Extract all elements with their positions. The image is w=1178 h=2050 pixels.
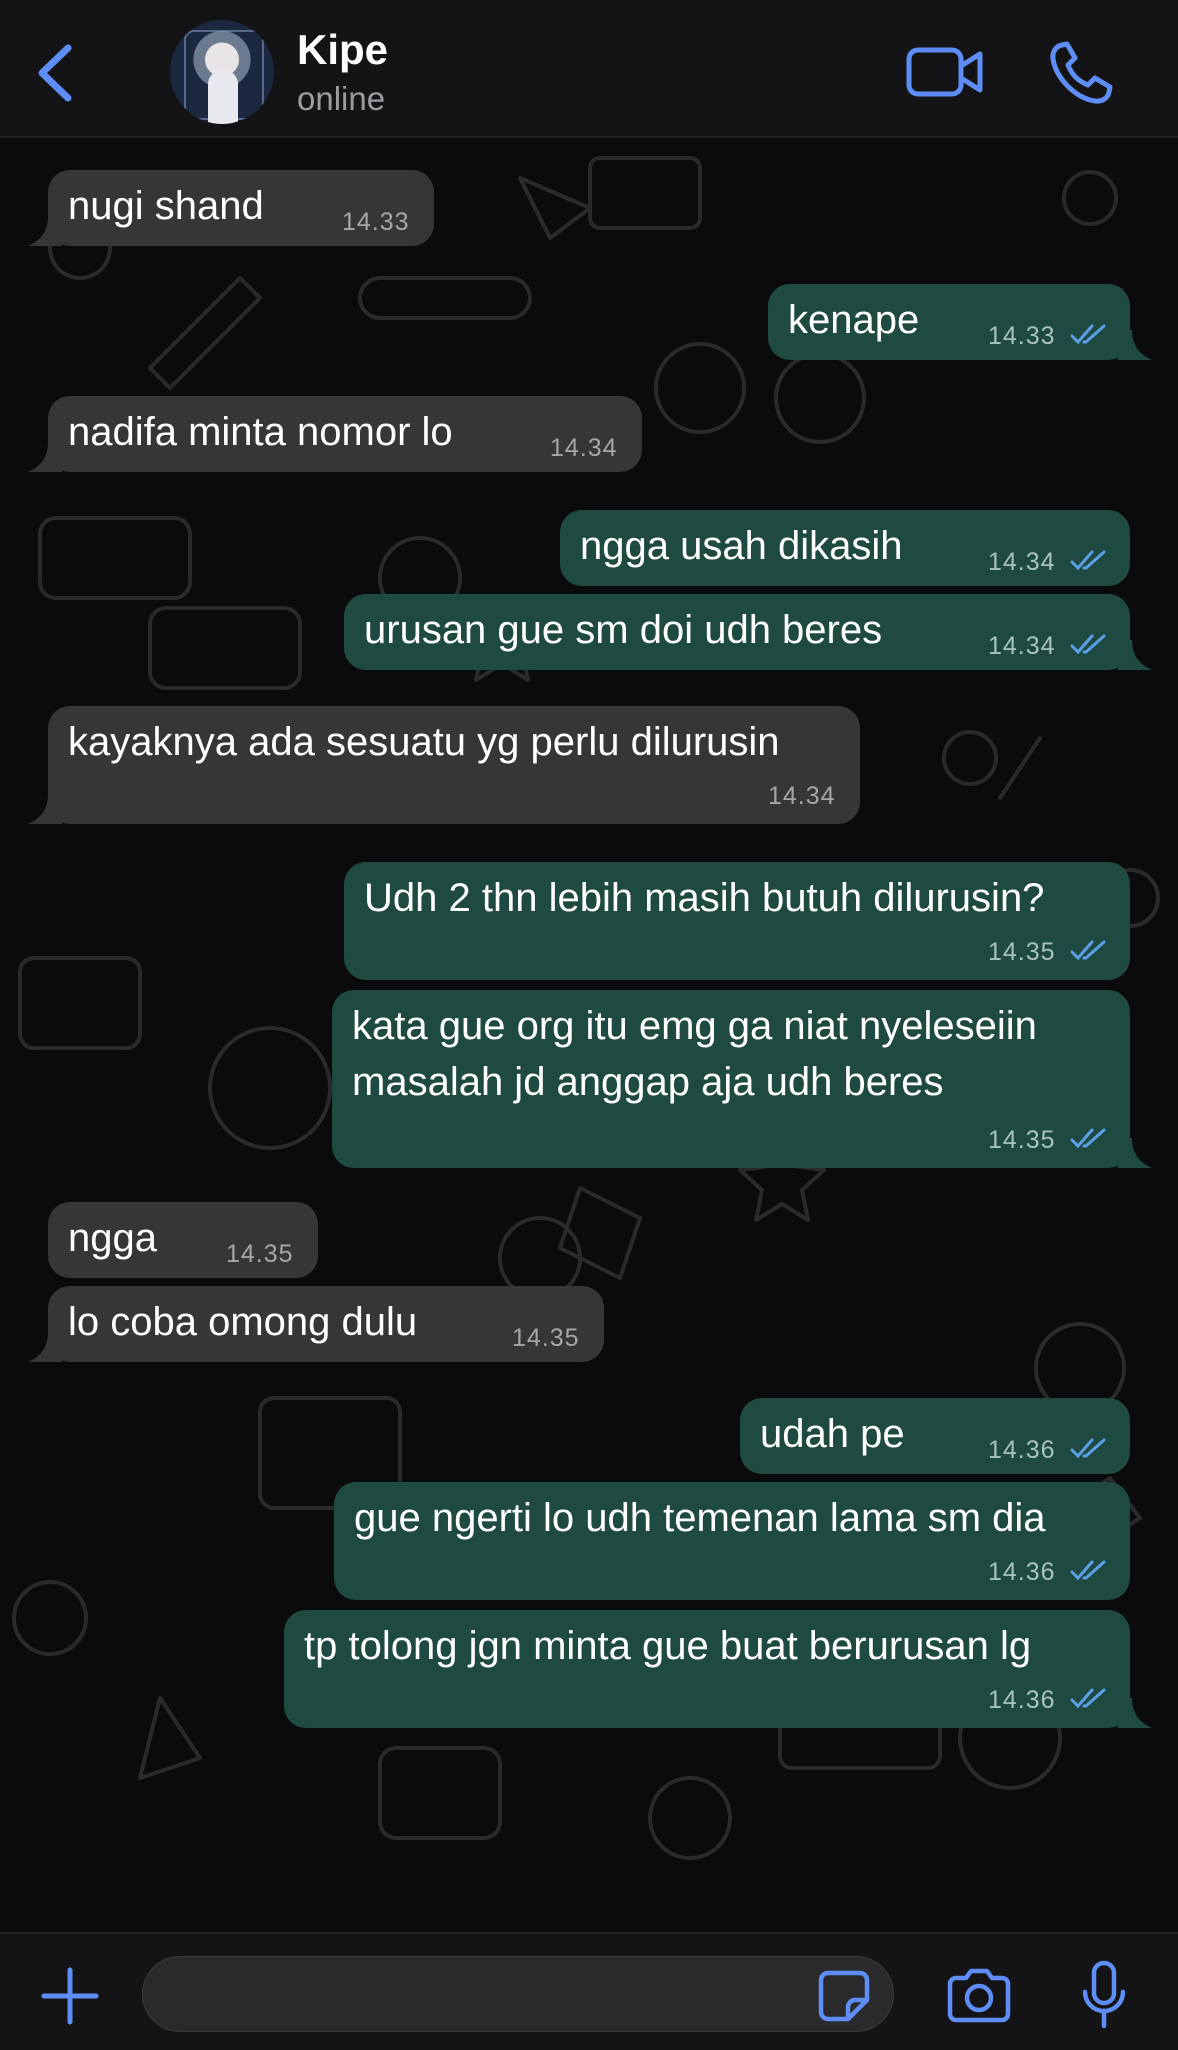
video-camera-icon[interactable] xyxy=(906,44,984,100)
avatar-photo-figure xyxy=(208,70,238,124)
message-bubble-outgoing[interactable]: gue ngerti lo udh temenan lama sm dia 14… xyxy=(334,1482,1130,1600)
message-text: kenape xyxy=(788,298,920,342)
message-time: 14.33 xyxy=(988,322,1056,350)
message-bubble-incoming[interactable]: nadifa minta nomor lo 14.34 xyxy=(28,396,642,472)
message-time: 14.36 xyxy=(988,1436,1056,1464)
plus-icon[interactable] xyxy=(40,1966,100,2026)
message-bubble-outgoing[interactable]: tp tolong jgn minta gue buat berurusan l… xyxy=(284,1610,1152,1728)
read-receipt-icon xyxy=(1070,940,1106,961)
bubble-tail xyxy=(28,442,62,472)
read-receipt-icon xyxy=(1070,1688,1106,1709)
message-time: 14.36 xyxy=(988,1686,1056,1714)
camera-icon[interactable] xyxy=(946,1968,1012,2024)
message-time: 14.34 xyxy=(550,434,618,462)
phone-icon[interactable] xyxy=(1048,40,1114,106)
message-bubble-incoming[interactable]: ngga 14.35 xyxy=(48,1202,318,1278)
message-text: gue ngerti lo udh temenan lama sm dia xyxy=(354,1496,1046,1540)
bubble-tail xyxy=(1118,640,1152,670)
message-bubble-incoming[interactable]: kayaknya ada sesuatu yg perlu dilurusin … xyxy=(28,706,860,824)
bubble-tail xyxy=(1118,1698,1152,1728)
message-text-line: masalah jd anggap aja udh beres xyxy=(352,1060,944,1104)
chevron-left-icon[interactable] xyxy=(30,40,80,106)
read-receipt-icon xyxy=(1070,550,1106,571)
message-text: nadifa minta nomor lo xyxy=(68,410,453,454)
message-bubble-outgoing[interactable]: kata gue org itu emg ga niat nyeleseiin … xyxy=(332,990,1152,1168)
avatar[interactable] xyxy=(170,20,274,124)
bubble-tail xyxy=(1118,1138,1152,1168)
contact-name[interactable]: Kipe xyxy=(297,26,388,74)
message-list[interactable]: nugi shand 14.33 kenape 14.33 nadifa min… xyxy=(0,138,1178,1932)
message-composer xyxy=(0,1932,1178,2050)
message-time: 14.34 xyxy=(768,782,836,810)
message-bubble-incoming[interactable]: nugi shand 14.33 xyxy=(28,170,434,246)
bubble-tail xyxy=(1118,330,1152,360)
bubble-tail xyxy=(28,216,62,246)
message-text: ngga usah dikasih xyxy=(580,524,903,568)
message-input[interactable] xyxy=(142,1956,894,2032)
message-time: 14.34 xyxy=(988,632,1056,660)
chat-header: Kipe online xyxy=(0,0,1178,138)
message-text: urusan gue sm doi udh beres xyxy=(364,608,883,652)
message-text: nugi shand xyxy=(68,184,264,228)
message-bubble-outgoing[interactable]: urusan gue sm doi udh beres 14.34 xyxy=(344,594,1152,670)
message-bubble-incoming[interactable]: lo coba omong dulu 14.35 xyxy=(28,1286,604,1362)
message-bubble-outgoing[interactable]: ngga usah dikasih 14.34 xyxy=(560,510,1130,586)
message-time: 14.35 xyxy=(226,1240,294,1268)
message-text: udah pe xyxy=(760,1412,905,1456)
message-time: 14.35 xyxy=(988,938,1056,966)
sticker-icon[interactable] xyxy=(818,1970,870,2022)
read-receipt-icon xyxy=(1070,634,1106,655)
read-receipt-icon xyxy=(1070,1128,1106,1149)
message-bubble-outgoing[interactable]: udah pe 14.36 xyxy=(740,1398,1130,1474)
bubble-tail xyxy=(28,794,62,824)
message-text: ngga xyxy=(68,1216,157,1260)
message-bubble-outgoing[interactable]: Udh 2 thn lebih masih butuh dilurusin? 1… xyxy=(344,862,1130,980)
message-text: tp tolong jgn minta gue buat berurusan l… xyxy=(304,1624,1032,1668)
message-text: kayaknya ada sesuatu yg perlu dilurusin xyxy=(68,720,780,764)
message-text: Udh 2 thn lebih masih butuh dilurusin? xyxy=(364,876,1045,920)
read-receipt-icon xyxy=(1070,324,1106,345)
message-time: 14.34 xyxy=(988,548,1056,576)
read-receipt-icon xyxy=(1070,1438,1106,1459)
contact-status: online xyxy=(297,80,386,117)
microphone-icon[interactable] xyxy=(1080,1960,1128,2030)
message-time: 14.36 xyxy=(988,1558,1056,1586)
bubble-tail xyxy=(28,1332,62,1362)
message-time: 14.35 xyxy=(512,1324,580,1352)
message-time: 14.35 xyxy=(988,1126,1056,1154)
message-text-line: kata gue org itu emg ga niat nyeleseiin xyxy=(352,1004,1037,1048)
read-receipt-icon xyxy=(1070,1560,1106,1581)
message-time: 14.33 xyxy=(342,208,410,236)
message-text: lo coba omong dulu xyxy=(68,1300,418,1344)
message-bubble-outgoing[interactable]: kenape 14.33 xyxy=(768,284,1152,360)
